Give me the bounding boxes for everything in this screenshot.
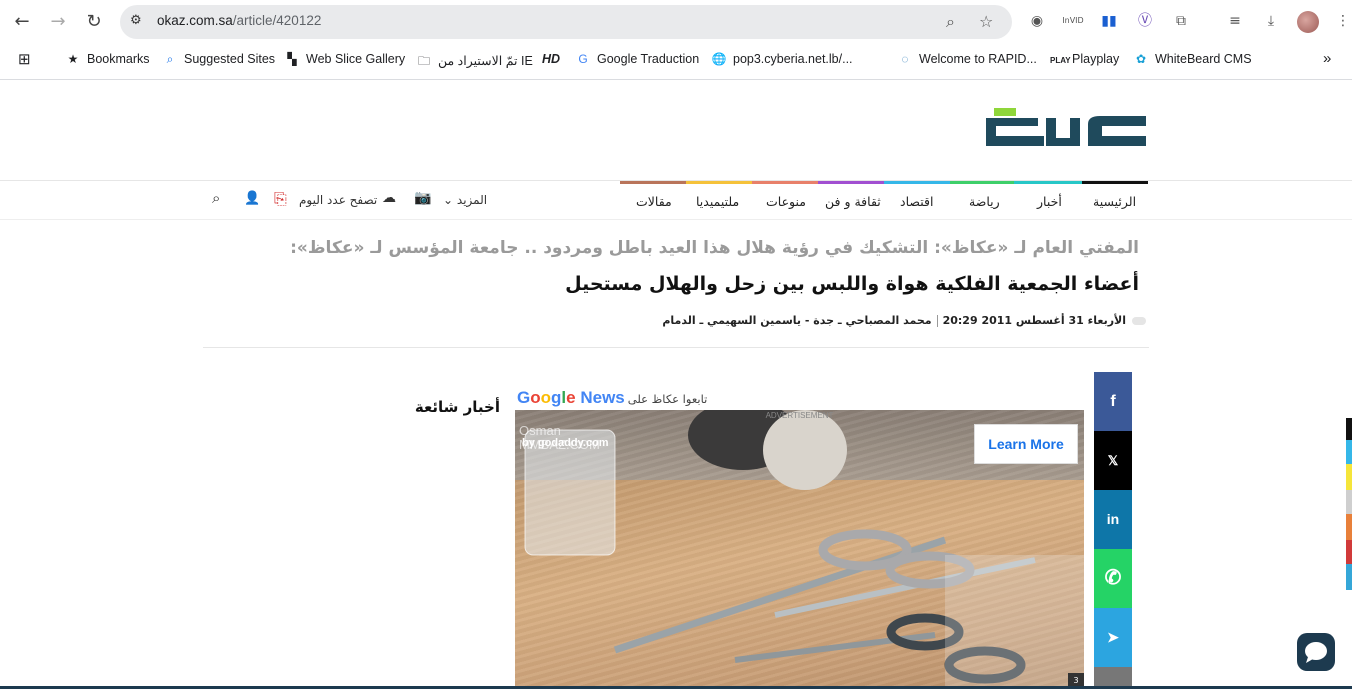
bookmark-item[interactable]: 🌐 pop3.cyberia.net.lb/...: [711, 52, 853, 66]
divider: [203, 347, 1149, 348]
telegram-share-button[interactable]: ➤: [1094, 608, 1132, 667]
chat-bubble-icon: [1305, 642, 1327, 663]
bookmark-item[interactable]: ◌ Welcome to RAPID...: [897, 52, 1036, 66]
x-icon: 𝕏: [1107, 453, 1119, 468]
back-icon[interactable]: ←: [10, 10, 34, 34]
invid-extension-icon[interactable]: InVID: [1062, 10, 1084, 32]
bookmarks-bar: ⊞ ★ Bookmarks ⌕ Suggested Sites ▚ Web Slice…: [0, 44, 1352, 80]
search-icon: ⌕: [166, 52, 174, 66]
telegram-icon: ➤: [1107, 629, 1119, 645]
x-share-button[interactable]: 𝕏: [1094, 431, 1132, 490]
reload-icon[interactable]: ↻: [82, 10, 106, 34]
hd-icon[interactable]: HD: [542, 52, 560, 66]
forward-icon[interactable]: →: [46, 10, 70, 34]
web-slice-icon: ▚: [287, 52, 297, 66]
playplay-icon: PLAY: [1050, 56, 1071, 65]
bookmark-item[interactable]: ★ Bookmarks: [65, 52, 150, 66]
article-meta: الأربعاء 31 أغسطس 2011 20:29 محمد المصباح…: [662, 314, 1146, 327]
more-menu[interactable]: ⌄ المزيد: [443, 193, 487, 207]
bookmark-item[interactable]: PLAYPlayplay: [1050, 52, 1119, 66]
edge-tab[interactable]: [1346, 564, 1352, 590]
google-word: Google: [517, 388, 576, 407]
folder-icon: 🗀: [417, 54, 430, 68]
nav-item-articles[interactable]: مقالات: [636, 194, 672, 209]
browser-menu-icon[interactable]: ⋮: [1332, 10, 1352, 32]
nav-item-sports[interactable]: رياضة: [969, 194, 1000, 209]
whatsapp-share-button[interactable]: ✆: [1094, 549, 1132, 608]
search-icon[interactable]: ⌕: [212, 189, 220, 207]
ad-label: ADVERTISEMENT: [765, 411, 834, 420]
advertisement[interactable]: Osman MMBAZ.COM by godaddy.com Learn More…: [515, 410, 1084, 689]
weather-icon[interactable]: ☁: [382, 190, 396, 206]
bookmark-item[interactable]: ▚ Web Slice Gallery: [284, 52, 405, 66]
popular-news-title: أخبار شائعة: [414, 398, 500, 416]
extensions-puzzle-icon[interactable]: ⧉: [1170, 10, 1192, 32]
ad-sponsor: by godaddy.com: [522, 437, 609, 449]
address-bar[interactable]: ⚙ okaz.com.sa/article/420122 ⌕ ☆: [120, 5, 1012, 39]
pdf-icon[interactable]: ⎘: [274, 189, 287, 209]
nav-item-misc[interactable]: منوعات: [766, 194, 806, 209]
chat-button[interactable]: [1297, 633, 1335, 671]
meta-pill-icon: [1132, 317, 1146, 325]
edge-tab[interactable]: [1346, 440, 1352, 464]
zoom-icon[interactable]: ⌕: [946, 12, 955, 32]
bookmark-item[interactable]: ⌕ Suggested Sites: [162, 52, 275, 67]
whitebeard-icon: ✿: [1135, 52, 1147, 66]
reading-list-icon[interactable]: ≡: [1224, 10, 1246, 32]
bookmark-item[interactable]: ✿ WhiteBeard CMS: [1133, 52, 1252, 66]
main-navigation: الرئيسية أخبار رياضة اقتصاد ثقافة و فن م…: [0, 184, 1352, 220]
google-news-logo: Google News: [517, 388, 625, 407]
profile-avatar[interactable]: [1297, 11, 1319, 33]
site-info-icon[interactable]: ⚙: [130, 13, 148, 31]
site-header: [0, 80, 1352, 181]
okaz-logo[interactable]: [984, 104, 1149, 154]
today-issue-link[interactable]: تصفح عدد اليوم: [299, 193, 377, 207]
edge-tab[interactable]: [1346, 514, 1352, 540]
whatsapp-icon: ✆: [1104, 567, 1122, 589]
audio-extension-icon[interactable]: ▮▮: [1098, 10, 1120, 32]
vpn-extension-icon[interactable]: Ⓥ: [1134, 10, 1156, 32]
extension-circle-icon[interactable]: ◉: [1026, 10, 1048, 32]
linkedin-icon: in: [1106, 511, 1120, 527]
facebook-share-button[interactable]: f: [1094, 372, 1132, 431]
camera-icon[interactable]: 📷: [414, 190, 431, 206]
bookmark-star-icon[interactable]: ☆: [979, 12, 993, 31]
apps-grid-icon[interactable]: ⊞: [18, 50, 31, 68]
edge-tab[interactable]: [1346, 540, 1352, 564]
nav-item-economy[interactable]: اقتصاد: [900, 194, 933, 209]
article-headline: أعضاء الجمعية الفلكية هواة واللبس بين زح…: [565, 273, 1139, 295]
bookmark-item[interactable]: G Google Traduction: [575, 52, 699, 66]
browser-toolbar: ← → ↻ ⚙ okaz.com.sa/article/420122 ⌕ ☆ ◉…: [0, 0, 1352, 44]
follow-google-news[interactable]: Google News تابعوا عكاظ على: [517, 388, 707, 408]
more-bookmarks-icon[interactable]: »: [1323, 50, 1331, 67]
nav-item-multimedia[interactable]: ملتيميديا: [696, 194, 739, 209]
bookmark-item[interactable]: 🗀 تمّ الاستيراد من IE: [416, 52, 533, 73]
news-word: News: [580, 388, 625, 407]
download-icon[interactable]: ⤓: [1260, 10, 1282, 32]
rapid-icon: ◌: [901, 52, 909, 66]
article-pre-headline: المفتي العام لـ «عكاظ»: التشكيك في رؤية …: [290, 238, 1139, 258]
translate-icon: G: [578, 52, 588, 66]
article-authors: محمد المصباحي ـ جدة - ياسمين السهيمي ـ ا…: [662, 314, 932, 327]
star-icon: ★: [67, 52, 79, 66]
facebook-icon: f: [1110, 393, 1116, 410]
learn-more-button[interactable]: Learn More: [974, 424, 1078, 464]
edge-tab[interactable]: [1346, 464, 1352, 490]
linkedin-share-button[interactable]: in: [1094, 490, 1132, 549]
nav-item-home[interactable]: الرئيسية: [1093, 194, 1136, 209]
chevron-down-icon: ⌄: [443, 193, 454, 207]
user-icon[interactable]: 👤: [244, 191, 260, 206]
nav-item-culture[interactable]: ثقافة و فن: [825, 194, 881, 209]
edge-tab[interactable]: [1346, 418, 1352, 440]
article-date: الأربعاء 31 أغسطس 2011 20:29: [942, 314, 1126, 327]
nav-item-news[interactable]: أخبار: [1037, 194, 1062, 209]
edge-tab[interactable]: [1346, 490, 1352, 514]
globe-icon: 🌐: [711, 52, 727, 66]
url-text[interactable]: okaz.com.sa/article/420122: [157, 13, 321, 28]
